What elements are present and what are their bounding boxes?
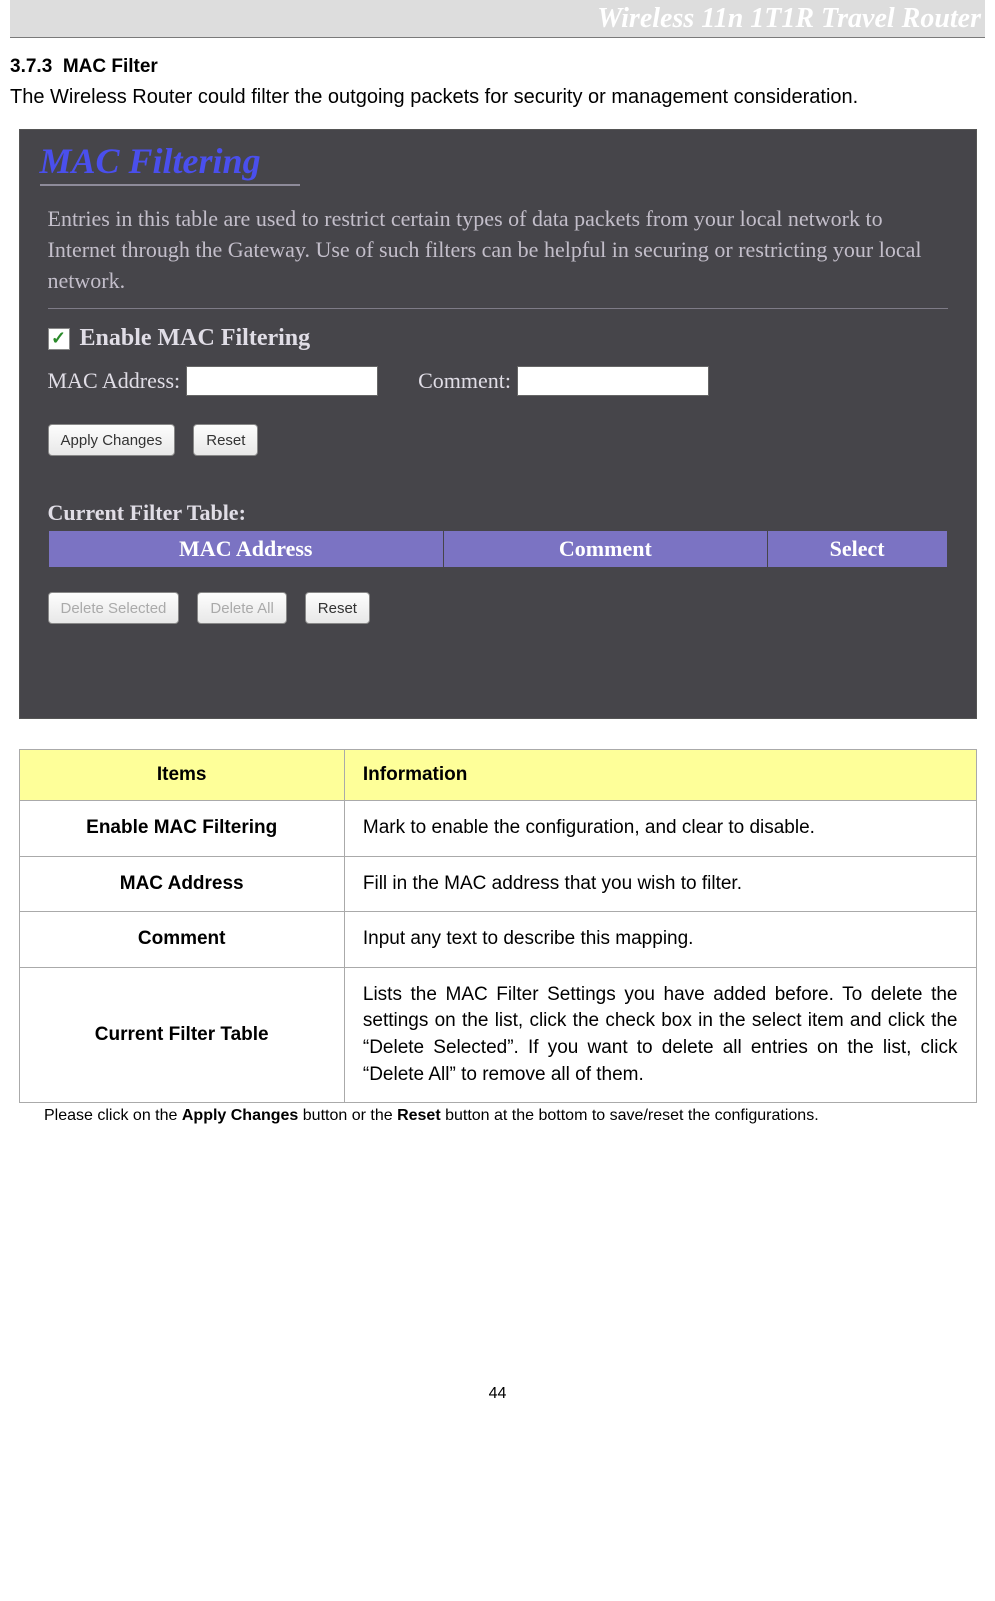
info-item-label: Comment [19, 912, 344, 968]
ui-title: MAC Filtering [20, 130, 976, 182]
info-item-desc: Input any text to describe this mapping. [344, 912, 976, 968]
section-heading: 3.7.3 MAC Filter [10, 56, 985, 78]
info-item-label: Current Filter Table [19, 967, 344, 1102]
info-item-label: Enable MAC Filtering [19, 801, 344, 857]
reset-button-2[interactable]: Reset [305, 592, 370, 624]
info-item-desc: Mark to enable the configuration, and cl… [344, 801, 976, 857]
mac-address-label: MAC Address: [48, 368, 181, 394]
current-filter-table-label: Current Filter Table: [20, 500, 976, 526]
delete-all-button[interactable]: Delete All [197, 592, 286, 624]
delete-selected-button[interactable]: Delete Selected [48, 592, 180, 624]
apply-changes-button[interactable]: Apply Changes [48, 424, 176, 456]
comment-input[interactable] [517, 366, 709, 396]
info-item-desc: Lists the MAC Filter Settings you have a… [344, 967, 976, 1102]
table-row: Enable MAC Filtering Mark to enable the … [19, 801, 976, 857]
ui-divider [48, 308, 948, 309]
document-header: Wireless 11n 1T1R Travel Router [10, 0, 985, 38]
info-table-header-info: Information [344, 750, 976, 801]
section-title-text: MAC Filter [63, 56, 158, 77]
filter-table-header-comment: Comment [444, 531, 768, 568]
info-item-desc: Fill in the MAC address that you wish to… [344, 856, 976, 912]
filter-table: MAC Address Comment Select [48, 530, 948, 568]
intro-text: The Wireless Router could filter the out… [10, 86, 985, 109]
reset-button[interactable]: Reset [193, 424, 258, 456]
section-number: 3.7.3 [10, 56, 52, 77]
router-ui-screenshot: MAC Filtering Entries in this table are … [19, 129, 977, 719]
document-header-title: Wireless 11n 1T1R Travel Router [597, 3, 981, 34]
table-row: Current Filter Table Lists the MAC Filte… [19, 967, 976, 1102]
note-text: Please click on the Apply Changes button… [10, 1107, 985, 1125]
page-number: 44 [10, 1385, 985, 1423]
table-row: Comment Input any text to describe this … [19, 912, 976, 968]
enable-mac-filtering-label: Enable MAC Filtering [80, 325, 311, 352]
comment-label: Comment: [418, 368, 511, 394]
info-item-label: MAC Address [19, 856, 344, 912]
table-row: MAC Address Fill in the MAC address that… [19, 856, 976, 912]
ui-description: Entries in this table are used to restri… [20, 186, 976, 302]
info-table: Items Information Enable MAC Filtering M… [19, 749, 977, 1103]
info-table-header-items: Items [19, 750, 344, 801]
enable-mac-filtering-checkbox[interactable]: ✓ [48, 328, 70, 350]
filter-table-header-mac: MAC Address [48, 531, 444, 568]
filter-table-header-select: Select [767, 531, 947, 568]
mac-address-input[interactable] [186, 366, 378, 396]
